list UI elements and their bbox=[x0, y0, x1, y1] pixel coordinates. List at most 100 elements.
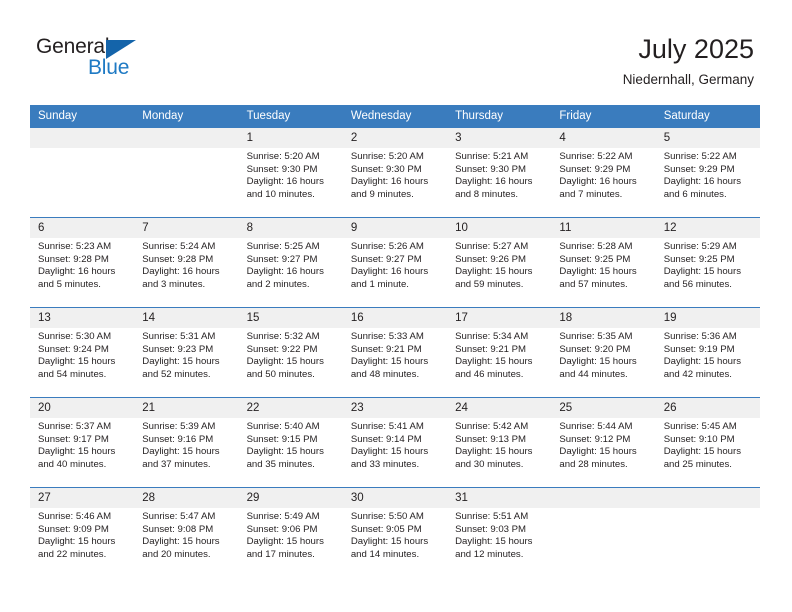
calendar-cell-day[interactable]: 18 Sunrise: 5:35 AM Sunset: 9:20 PM Dayligh… bbox=[551, 307, 656, 398]
calendar-cell-day[interactable]: 10 Sunrise: 5:27 AM Sunset: 9:26 PM Dayligh… bbox=[447, 217, 552, 308]
day-number: 3 bbox=[447, 128, 552, 148]
day-number: 24 bbox=[447, 398, 552, 418]
daylight-text-line2: and 37 minutes. bbox=[142, 458, 211, 470]
calendar-cell-day[interactable]: 25 Sunrise: 5:44 AM Sunset: 9:12 PM Dayligh… bbox=[551, 397, 656, 488]
calendar-cell-day[interactable]: 27 Sunrise: 5:46 AM Sunset: 9:09 PM Dayligh… bbox=[30, 487, 135, 577]
daylight-text-line2: and 12 minutes. bbox=[455, 548, 524, 560]
daylight-text-line1: Daylight: 16 hours bbox=[350, 266, 429, 278]
calendar-cell-day[interactable]: 22 Sunrise: 5:40 AM Sunset: 9:15 PM Dayligh… bbox=[238, 397, 343, 488]
sunrise-text: Sunrise: 5:41 AM bbox=[350, 421, 424, 432]
day-number: 15 bbox=[238, 308, 343, 328]
day-details: Sunrise: 5:29 AM Sunset: 9:25 PM Daylight:… bbox=[656, 238, 760, 291]
sunset-text: Sunset: 9:10 PM bbox=[663, 433, 735, 445]
calendar-cell-day[interactable]: 20 Sunrise: 5:37 AM Sunset: 9:17 PM Dayligh… bbox=[30, 397, 135, 488]
calendar-cell-day[interactable]: 21 Sunrise: 5:39 AM Sunset: 9:16 PM Dayligh… bbox=[134, 397, 239, 488]
daylight-text-line1: Daylight: 16 hours bbox=[246, 176, 324, 188]
sunset-text: Sunset: 9:30 PM bbox=[455, 163, 527, 175]
calendar-cell-day[interactable]: 28 Sunrise: 5:47 AM Sunset: 9:08 PM Dayligh… bbox=[134, 487, 239, 577]
calendar-cell-day[interactable]: 13 Sunrise: 5:30 AM Sunset: 9:24 PM Dayligh… bbox=[30, 307, 135, 398]
calendar-cell-day[interactable]: 5 Sunrise: 5:22 AM Sunset: 9:29 PM Daylight… bbox=[655, 127, 760, 218]
calendar-cell-day[interactable]: 29 Sunrise: 5:49 AM Sunset: 9:06 PM Dayligh… bbox=[238, 487, 343, 577]
sunset-text: Sunset: 9:12 PM bbox=[559, 433, 631, 445]
day-number: 28 bbox=[134, 488, 239, 508]
calendar-cell-empty bbox=[134, 127, 239, 218]
day-number: 22 bbox=[238, 398, 343, 418]
calendar-cell-day[interactable]: 11 Sunrise: 5:28 AM Sunset: 9:25 PM Dayligh… bbox=[551, 217, 656, 308]
daylight-text-line1: Daylight: 15 hours bbox=[559, 266, 637, 278]
daylight-text-line1: Daylight: 15 hours bbox=[142, 356, 220, 368]
calendar-cell-day[interactable]: 26 Sunrise: 5:45 AM Sunset: 9:10 PM Dayligh… bbox=[655, 397, 760, 488]
day-details: Sunrise: 5:20 AM Sunset: 9:30 PM Daylight:… bbox=[239, 148, 343, 201]
calendar-cell-day[interactable]: 4 Sunrise: 5:22 AM Sunset: 9:29 PM Daylight… bbox=[551, 127, 656, 218]
daylight-text-line1: Daylight: 15 hours bbox=[663, 446, 742, 458]
day-number: 5 bbox=[655, 128, 760, 148]
sunrise-text: Sunrise: 5:27 AM bbox=[455, 241, 529, 252]
calendar-cell-day[interactable]: 8 Sunrise: 5:25 AM Sunset: 9:27 PM Daylight… bbox=[238, 217, 343, 308]
sunset-text: Sunset: 9:28 PM bbox=[142, 253, 214, 265]
sunrise-text: Sunrise: 5:21 AM bbox=[455, 151, 529, 162]
day-details: Sunrise: 5:51 AM Sunset: 9:03 PM Daylight:… bbox=[447, 508, 551, 561]
day-number: 27 bbox=[30, 488, 135, 508]
sunset-text: Sunset: 9:24 PM bbox=[38, 343, 109, 355]
weekday-header-wednesday: Wednesday bbox=[342, 105, 448, 128]
logo-text-general: General bbox=[36, 35, 110, 58]
day-details: Sunrise: 5:40 AM Sunset: 9:15 PM Daylight:… bbox=[239, 418, 343, 471]
calendar-cell-day[interactable]: 9 Sunrise: 5:26 AM Sunset: 9:27 PM Daylight… bbox=[342, 217, 448, 308]
daylight-text-line1: Daylight: 15 hours bbox=[38, 536, 116, 548]
calendar-cell-day[interactable]: 30 Sunrise: 5:50 AM Sunset: 9:05 PM Dayligh… bbox=[342, 487, 448, 577]
calendar-cell-day[interactable]: 3 Sunrise: 5:21 AM Sunset: 9:30 PM Daylight… bbox=[447, 127, 552, 218]
page-title: July 2025 bbox=[638, 34, 754, 64]
sunset-text: Sunset: 9:19 PM bbox=[663, 343, 735, 355]
weekday-header-tuesday: Tuesday bbox=[238, 105, 343, 128]
calendar-week-row: 1 Sunrise: 5:20 AM Sunset: 9:30 PM Daylight… bbox=[30, 127, 760, 218]
day-number: 9 bbox=[342, 218, 448, 238]
calendar-cell-day[interactable]: 1 Sunrise: 5:20 AM Sunset: 9:30 PM Daylight… bbox=[238, 127, 343, 218]
sunrise-text: Sunrise: 5:50 AM bbox=[350, 511, 424, 522]
sunset-text: Sunset: 9:20 PM bbox=[559, 343, 631, 355]
calendar-cell-day[interactable]: 24 Sunrise: 5:42 AM Sunset: 9:13 PM Dayligh… bbox=[447, 397, 552, 488]
calendar-cell-day[interactable]: 7 Sunrise: 5:24 AM Sunset: 9:28 PM Daylight… bbox=[134, 217, 239, 308]
daylight-text-line2: and 2 minutes. bbox=[246, 278, 310, 290]
daylight-text-line2: and 5 minutes. bbox=[38, 278, 101, 290]
day-details: Sunrise: 5:42 AM Sunset: 9:13 PM Daylight:… bbox=[447, 418, 551, 471]
calendar-cell-day[interactable]: 19 Sunrise: 5:36 AM Sunset: 9:19 PM Dayligh… bbox=[655, 307, 760, 398]
sunset-text: Sunset: 9:28 PM bbox=[38, 253, 109, 265]
daylight-text-line2: and 20 minutes. bbox=[142, 548, 211, 560]
daylight-text-line2: and 6 minutes. bbox=[663, 188, 727, 200]
day-details: Sunrise: 5:36 AM Sunset: 9:19 PM Daylight:… bbox=[656, 328, 760, 381]
calendar-cell-day[interactable]: 17 Sunrise: 5:34 AM Sunset: 9:21 PM Dayligh… bbox=[447, 307, 552, 398]
day-number: 14 bbox=[134, 308, 239, 328]
calendar-cell-day[interactable]: 14 Sunrise: 5:31 AM Sunset: 9:23 PM Dayligh… bbox=[134, 307, 239, 398]
sunrise-text: Sunrise: 5:40 AM bbox=[246, 421, 320, 432]
sunrise-text: Sunrise: 5:34 AM bbox=[455, 331, 529, 342]
sunset-text: Sunset: 9:06 PM bbox=[246, 523, 318, 535]
sunset-text: Sunset: 9:17 PM bbox=[38, 433, 109, 445]
daylight-text-line1: Daylight: 16 hours bbox=[663, 176, 742, 188]
calendar-cell-day[interactable]: 6 Sunrise: 5:23 AM Sunset: 9:28 PM Daylight… bbox=[30, 217, 135, 308]
sunrise-text: Sunrise: 5:37 AM bbox=[38, 421, 112, 432]
day-details: Sunrise: 5:31 AM Sunset: 9:23 PM Daylight:… bbox=[134, 328, 238, 381]
day-number: 18 bbox=[551, 308, 656, 328]
general-blue-logo[interactable]: General Blue bbox=[36, 36, 216, 86]
daylight-text-line1: Daylight: 15 hours bbox=[455, 266, 533, 278]
daylight-text-line2: and 54 minutes. bbox=[38, 368, 107, 380]
sunset-text: Sunset: 9:13 PM bbox=[455, 433, 527, 445]
day-number: 8 bbox=[238, 218, 343, 238]
sunrise-text: Sunrise: 5:24 AM bbox=[142, 241, 216, 252]
daylight-text-line1: Daylight: 15 hours bbox=[350, 446, 429, 458]
calendar-cell-day[interactable]: 23 Sunrise: 5:41 AM Sunset: 9:14 PM Dayligh… bbox=[342, 397, 448, 488]
daylight-text-line2: and 8 minutes. bbox=[455, 188, 519, 200]
daylight-text-line1: Daylight: 15 hours bbox=[455, 356, 533, 368]
calendar-cell-day[interactable]: 31 Sunrise: 5:51 AM Sunset: 9:03 PM Dayligh… bbox=[447, 487, 552, 577]
day-number: 23 bbox=[342, 398, 448, 418]
calendar-cell-day[interactable]: 16 Sunrise: 5:33 AM Sunset: 9:21 PM Dayligh… bbox=[342, 307, 448, 398]
calendar-cell-day[interactable]: 12 Sunrise: 5:29 AM Sunset: 9:25 PM Dayligh… bbox=[655, 217, 760, 308]
daylight-text-line1: Daylight: 15 hours bbox=[246, 356, 324, 368]
daylight-text-line1: Daylight: 15 hours bbox=[350, 356, 429, 368]
calendar-cell-day[interactable]: 15 Sunrise: 5:32 AM Sunset: 9:22 PM Dayligh… bbox=[238, 307, 343, 398]
title-block: July 2025 Niedernhall, Germany bbox=[623, 33, 754, 89]
calendar-cell-day[interactable]: 2 Sunrise: 5:20 AM Sunset: 9:30 PM Daylight… bbox=[342, 127, 448, 218]
day-details: Sunrise: 5:41 AM Sunset: 9:14 PM Daylight:… bbox=[343, 418, 447, 471]
daylight-text-line2: and 33 minutes. bbox=[350, 458, 420, 470]
sunrise-text: Sunrise: 5:29 AM bbox=[663, 241, 737, 252]
